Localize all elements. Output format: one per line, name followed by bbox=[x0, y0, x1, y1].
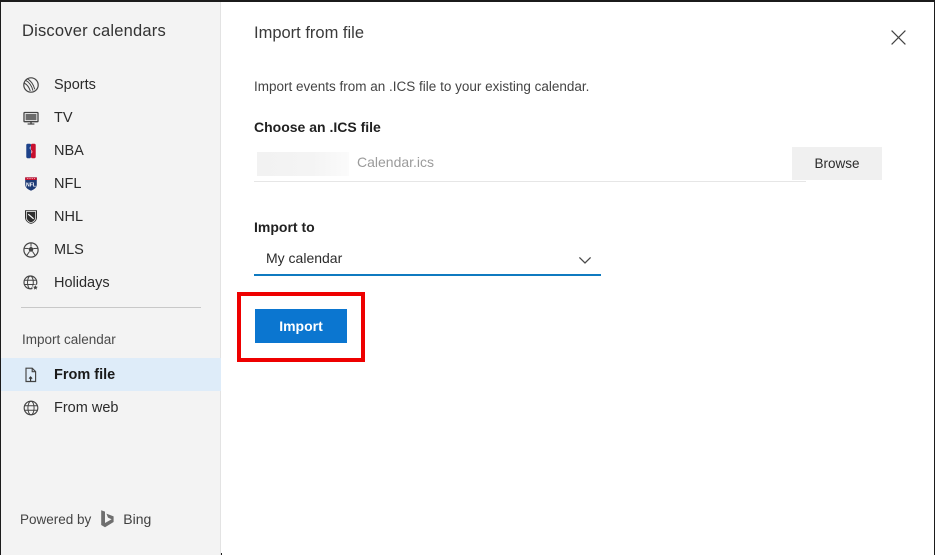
panel-description: Import events from an .ICS file to your … bbox=[254, 79, 589, 94]
sidebar-item-from-file[interactable]: From file bbox=[1, 358, 221, 391]
globe-star-icon bbox=[20, 272, 42, 294]
import-calendar-group-label: Import calendar bbox=[22, 332, 116, 347]
powered-by-bing: Powered by Bing bbox=[20, 509, 151, 529]
soccer-ball-icon bbox=[20, 239, 42, 261]
sidebar-item-label: NFL bbox=[54, 176, 81, 192]
sidebar-item-tv[interactable]: TV bbox=[1, 101, 221, 134]
nba-logo-icon bbox=[20, 140, 42, 162]
chevron-down-icon bbox=[577, 252, 593, 268]
bing-label: Bing bbox=[123, 511, 151, 527]
import-to-dropdown[interactable]: My calendar bbox=[254, 248, 601, 276]
dropdown-selected-value: My calendar bbox=[266, 250, 342, 266]
nfl-shield-icon: NFL bbox=[20, 173, 42, 195]
sidebar-item-label: TV bbox=[54, 110, 73, 126]
tv-monitor-icon bbox=[20, 107, 42, 129]
sidebar-item-label: Sports bbox=[54, 77, 96, 93]
sidebar-item-label: From file bbox=[54, 367, 115, 383]
choose-file-label: Choose an .ICS file bbox=[254, 119, 381, 135]
sidebar-item-from-web[interactable]: From web bbox=[1, 391, 221, 424]
sidebar-item-label: MLS bbox=[54, 242, 84, 258]
sidebar-item-nfl[interactable]: NFL NFL bbox=[1, 167, 221, 200]
sidebar-item-label: From web bbox=[54, 400, 118, 416]
sidebar-item-nba[interactable]: NBA bbox=[1, 134, 221, 167]
calendar-import-window: Discover calendars Sports bbox=[0, 0, 935, 555]
powered-by-text: Powered by bbox=[20, 512, 91, 527]
selected-file-name: Calendar.ics bbox=[357, 154, 434, 170]
sidebar-item-holidays[interactable]: Holidays bbox=[1, 266, 221, 299]
sidebar-title: Discover calendars bbox=[22, 22, 166, 41]
sidebar-divider bbox=[21, 307, 201, 308]
import-calendar-list: From file From web bbox=[1, 358, 221, 424]
sidebar: Discover calendars Sports bbox=[1, 2, 221, 555]
file-upload-icon bbox=[20, 364, 42, 386]
browse-button[interactable]: Browse bbox=[792, 147, 882, 180]
discover-calendars-list: Sports TV bbox=[1, 68, 221, 299]
close-button[interactable] bbox=[882, 24, 914, 56]
import-to-label: Import to bbox=[254, 219, 315, 235]
file-path-field[interactable]: Calendar.ics bbox=[254, 150, 806, 182]
bing-logo-icon bbox=[100, 509, 115, 529]
nhl-shield-icon bbox=[20, 206, 42, 228]
sidebar-item-nhl[interactable]: NHL bbox=[1, 200, 221, 233]
import-from-file-panel: Import from file Import events from an .… bbox=[222, 2, 934, 555]
globe-icon bbox=[20, 397, 42, 419]
baseball-icon bbox=[20, 74, 42, 96]
close-icon bbox=[890, 29, 907, 51]
page-title: Import from file bbox=[254, 24, 364, 43]
sidebar-item-sports[interactable]: Sports bbox=[1, 68, 221, 101]
import-button[interactable]: Import bbox=[255, 309, 347, 343]
sidebar-item-label: Holidays bbox=[54, 275, 110, 291]
svg-text:NFL: NFL bbox=[26, 182, 37, 188]
sidebar-item-label: NBA bbox=[54, 143, 84, 159]
sidebar-item-mls[interactable]: MLS bbox=[1, 233, 221, 266]
sidebar-item-label: NHL bbox=[54, 209, 83, 225]
redacted-path-block bbox=[257, 152, 349, 176]
